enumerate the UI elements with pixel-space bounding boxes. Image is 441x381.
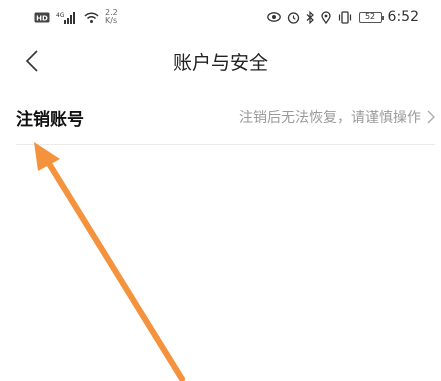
- signal-icon: 4G: [56, 11, 78, 24]
- alarm-icon: [287, 11, 300, 24]
- row-divider: [16, 144, 435, 145]
- deactivate-account-row[interactable]: 注销账号 注销后无法恢复，请谨慎操作: [16, 98, 435, 136]
- wifi-icon: [84, 11, 99, 24]
- battery-level: 52: [364, 12, 376, 21]
- status-time: 6:52: [387, 9, 419, 25]
- vibrate-icon: [337, 10, 353, 24]
- nav-bar: 账户与安全: [0, 40, 441, 82]
- battery-icon: 52: [358, 11, 384, 23]
- status-bar-left: HD 4G 2.2 K/s: [34, 9, 118, 25]
- eye-icon: [266, 11, 281, 23]
- bluetooth-icon: [306, 10, 315, 24]
- deactivate-account-label: 注销账号: [16, 109, 84, 130]
- hd-icon: HD: [34, 12, 50, 23]
- chevron-right-icon: [427, 110, 435, 124]
- deactivate-account-right: 注销后无法恢复，请谨慎操作: [239, 107, 435, 127]
- page-title: 账户与安全: [172, 52, 268, 74]
- svg-text:4G: 4G: [56, 12, 65, 19]
- net-speed-unit: K/s: [105, 16, 118, 25]
- deactivate-account-hint: 注销后无法恢复，请谨慎操作: [239, 110, 421, 126]
- status-bar-right: 52 6:52: [266, 9, 419, 25]
- svg-text:HD: HD: [36, 14, 48, 22]
- net-speed: 2.2 K/s: [105, 9, 118, 25]
- status-bar: HD 4G 2.2 K/s 52 6:52: [0, 0, 441, 34]
- location-icon: [320, 10, 331, 24]
